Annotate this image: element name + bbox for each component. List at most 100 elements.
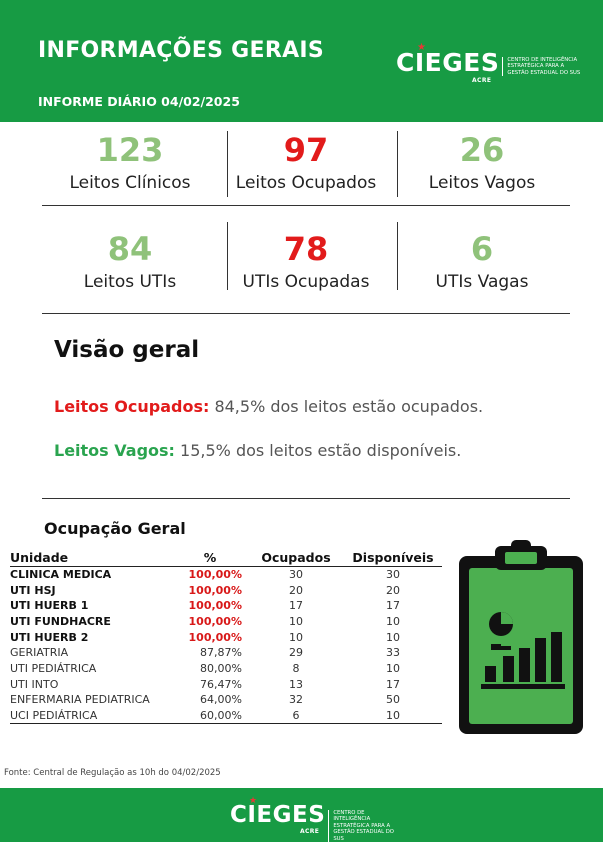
cell-unit: UCI PEDIÁTRICA (10, 707, 178, 724)
cell-available: 17 (386, 677, 400, 691)
table-header-row: Unidade % Ocupados Disponíveis (10, 550, 442, 567)
cell-pct: 100,00% (188, 599, 242, 613)
cell-occupied: 17 (289, 599, 303, 613)
cell-occupied: 30 (289, 568, 303, 582)
table-row: UTI HSJ 100,00% 20 20 (10, 582, 442, 598)
table-row: UTI HUERB 2 100,00% 10 10 (10, 629, 442, 645)
stat-value: 84 (107, 230, 153, 268)
divider (227, 222, 228, 290)
cell-available: 10 (344, 707, 442, 724)
divider (42, 498, 570, 499)
logo-wordmark: CIEGES ★ ACRE (396, 42, 499, 84)
cell-occupied: 6 (248, 707, 344, 724)
stat-value: 97 (283, 131, 329, 169)
overview-title: Visão geral (54, 337, 200, 363)
table-row: UTI INTO 76,47% 13 17 (10, 676, 442, 692)
divider (42, 313, 570, 314)
report-date: INFORME DIÁRIO 04/02/2025 (38, 94, 240, 109)
divider (42, 205, 570, 206)
stat-label: Leitos Vagos (428, 173, 536, 193)
cell-pct: 87,87% (200, 646, 242, 660)
col-header-unidade: Unidade (10, 550, 178, 567)
logo-description: CENTRO DE INTELIGÊNCIA ESTRATÉGICA PARA … (328, 810, 400, 842)
cell-available: 10 (386, 661, 400, 675)
logo-wordmark: CIEGES ★ ACRE (230, 796, 326, 835)
cell-unit: GERIATRIA (10, 646, 69, 660)
stat-label: Leitos Ocupados (235, 173, 377, 193)
stat-value: 6 (470, 230, 494, 268)
stats-row-icu: 84 Leitos UTIs 78 UTIs Ocupadas 6 UTIs V… (42, 222, 570, 314)
table-row: UCI PEDIÁTRICA 60,00% 6 10 (10, 707, 442, 724)
clipboard-chart-icon (459, 540, 583, 734)
logo-name: CIEGES (230, 802, 326, 828)
stat-utis-vagas: 6 UTIs Vagas (394, 222, 570, 314)
cell-pct: 80,00% (200, 661, 242, 675)
cell-available: 10 (386, 630, 400, 644)
cell-unit: UTI HUERB 2 (10, 630, 89, 644)
logo-region: ACRE (299, 828, 320, 835)
col-header-pct: % (178, 550, 248, 567)
table-row: UTI FUNDHACRE 100,00% 10 10 (10, 614, 442, 630)
logo-description: CENTRO DE INTELIGÊNCIA ESTRATÉGICA PARA … (502, 57, 580, 77)
cell-occupied: 20 (289, 583, 303, 597)
data-source-note: Fonte: Central de Regulação as 10h do 04… (4, 768, 221, 778)
cell-available: 20 (386, 583, 400, 597)
table-row: CLINICA MEDICA 100,00% 30 30 (10, 567, 442, 583)
stat-leitos-ocupados: 97 Leitos Ocupados (218, 131, 394, 205)
cell-available: 10 (386, 614, 400, 628)
cell-unit: UTI PEDIÁTRICA (10, 661, 97, 675)
cell-pct: 100,00% (188, 583, 242, 597)
stats-row-beds: 123 Leitos Clínicos 97 Leitos Ocupados 2… (42, 131, 570, 205)
cell-unit: CLINICA MEDICA (10, 568, 112, 582)
stat-label: UTIs Vagas (435, 272, 529, 292)
cieges-logo-top: CIEGES ★ ACRE CENTRO DE INTELIGÊNCIA EST… (396, 42, 580, 84)
occupied-text: 84,5% dos leitos estão ocupados. (209, 397, 484, 416)
page-title: INFORMAÇÕES GERAIS (38, 38, 325, 63)
stat-utis-ocupadas: 78 UTIs Ocupadas (218, 222, 394, 314)
cell-pct: 76,47% (200, 677, 242, 691)
divider (397, 131, 398, 197)
table-row: UTI PEDIÁTRICA 80,00% 8 10 (10, 661, 442, 677)
star-icon: ★ (249, 796, 258, 806)
cell-pct: 100,00% (188, 568, 242, 582)
vacant-key: Leitos Vagos: (54, 441, 175, 460)
cell-occupied: 13 (289, 677, 303, 691)
stat-label: Leitos Clínicos (69, 173, 191, 193)
col-header-disponiveis: Disponíveis (344, 550, 442, 567)
cell-unit: UTI HUERB 1 (10, 599, 89, 613)
cell-occupied: 8 (292, 661, 300, 675)
divider (397, 222, 398, 290)
table-row: ENFERMARIA PEDIATRICA 64,00% 32 50 (10, 692, 442, 708)
table-row: UTI HUERB 1 100,00% 17 17 (10, 598, 442, 614)
overview-occupied-line: Leitos Ocupados: 84,5% dos leitos estão … (54, 397, 483, 416)
stat-value: 123 (96, 131, 164, 169)
stat-leitos-vagos: 26 Leitos Vagos (394, 131, 570, 205)
cell-occupied: 29 (289, 646, 303, 660)
cell-pct: 100,00% (188, 614, 242, 628)
occupancy-title: Ocupação Geral (44, 519, 186, 538)
cell-occupied: 10 (289, 630, 303, 644)
stat-leitos-clinicos: 123 Leitos Clínicos (42, 131, 218, 205)
cell-available: 30 (386, 568, 400, 582)
cell-unit: ENFERMARIA PEDIATRICA (10, 693, 150, 707)
stat-label: Leitos UTIs (83, 272, 177, 292)
cell-occupied: 10 (289, 614, 303, 628)
cell-pct: 60,00% (178, 707, 248, 724)
cell-unit: UTI HSJ (10, 583, 56, 597)
cell-unit: UTI INTO (10, 677, 59, 691)
cell-available: 17 (386, 599, 400, 613)
vacant-text: 15,5% dos leitos estão disponíveis. (174, 441, 462, 460)
star-icon: ★ (417, 42, 427, 53)
occupied-key: Leitos Ocupados: (54, 397, 210, 416)
stat-value: 26 (459, 131, 505, 169)
occupancy-table: Unidade % Ocupados Disponíveis CLINICA M… (10, 550, 442, 724)
cell-occupied: 32 (289, 693, 303, 707)
cell-pct: 100,00% (188, 630, 242, 644)
stat-leitos-utis: 84 Leitos UTIs (42, 222, 218, 314)
table-row: GERIATRIA 87,87% 29 33 (10, 645, 442, 661)
stat-label: UTIs Ocupadas (242, 272, 370, 292)
stat-value: 78 (283, 230, 329, 268)
cell-unit: UTI FUNDHACRE (10, 614, 111, 628)
logo-region: ACRE (471, 77, 492, 84)
cieges-logo-bottom: CIEGES ★ ACRE CENTRO DE INTELIGÊNCIA EST… (230, 796, 400, 842)
